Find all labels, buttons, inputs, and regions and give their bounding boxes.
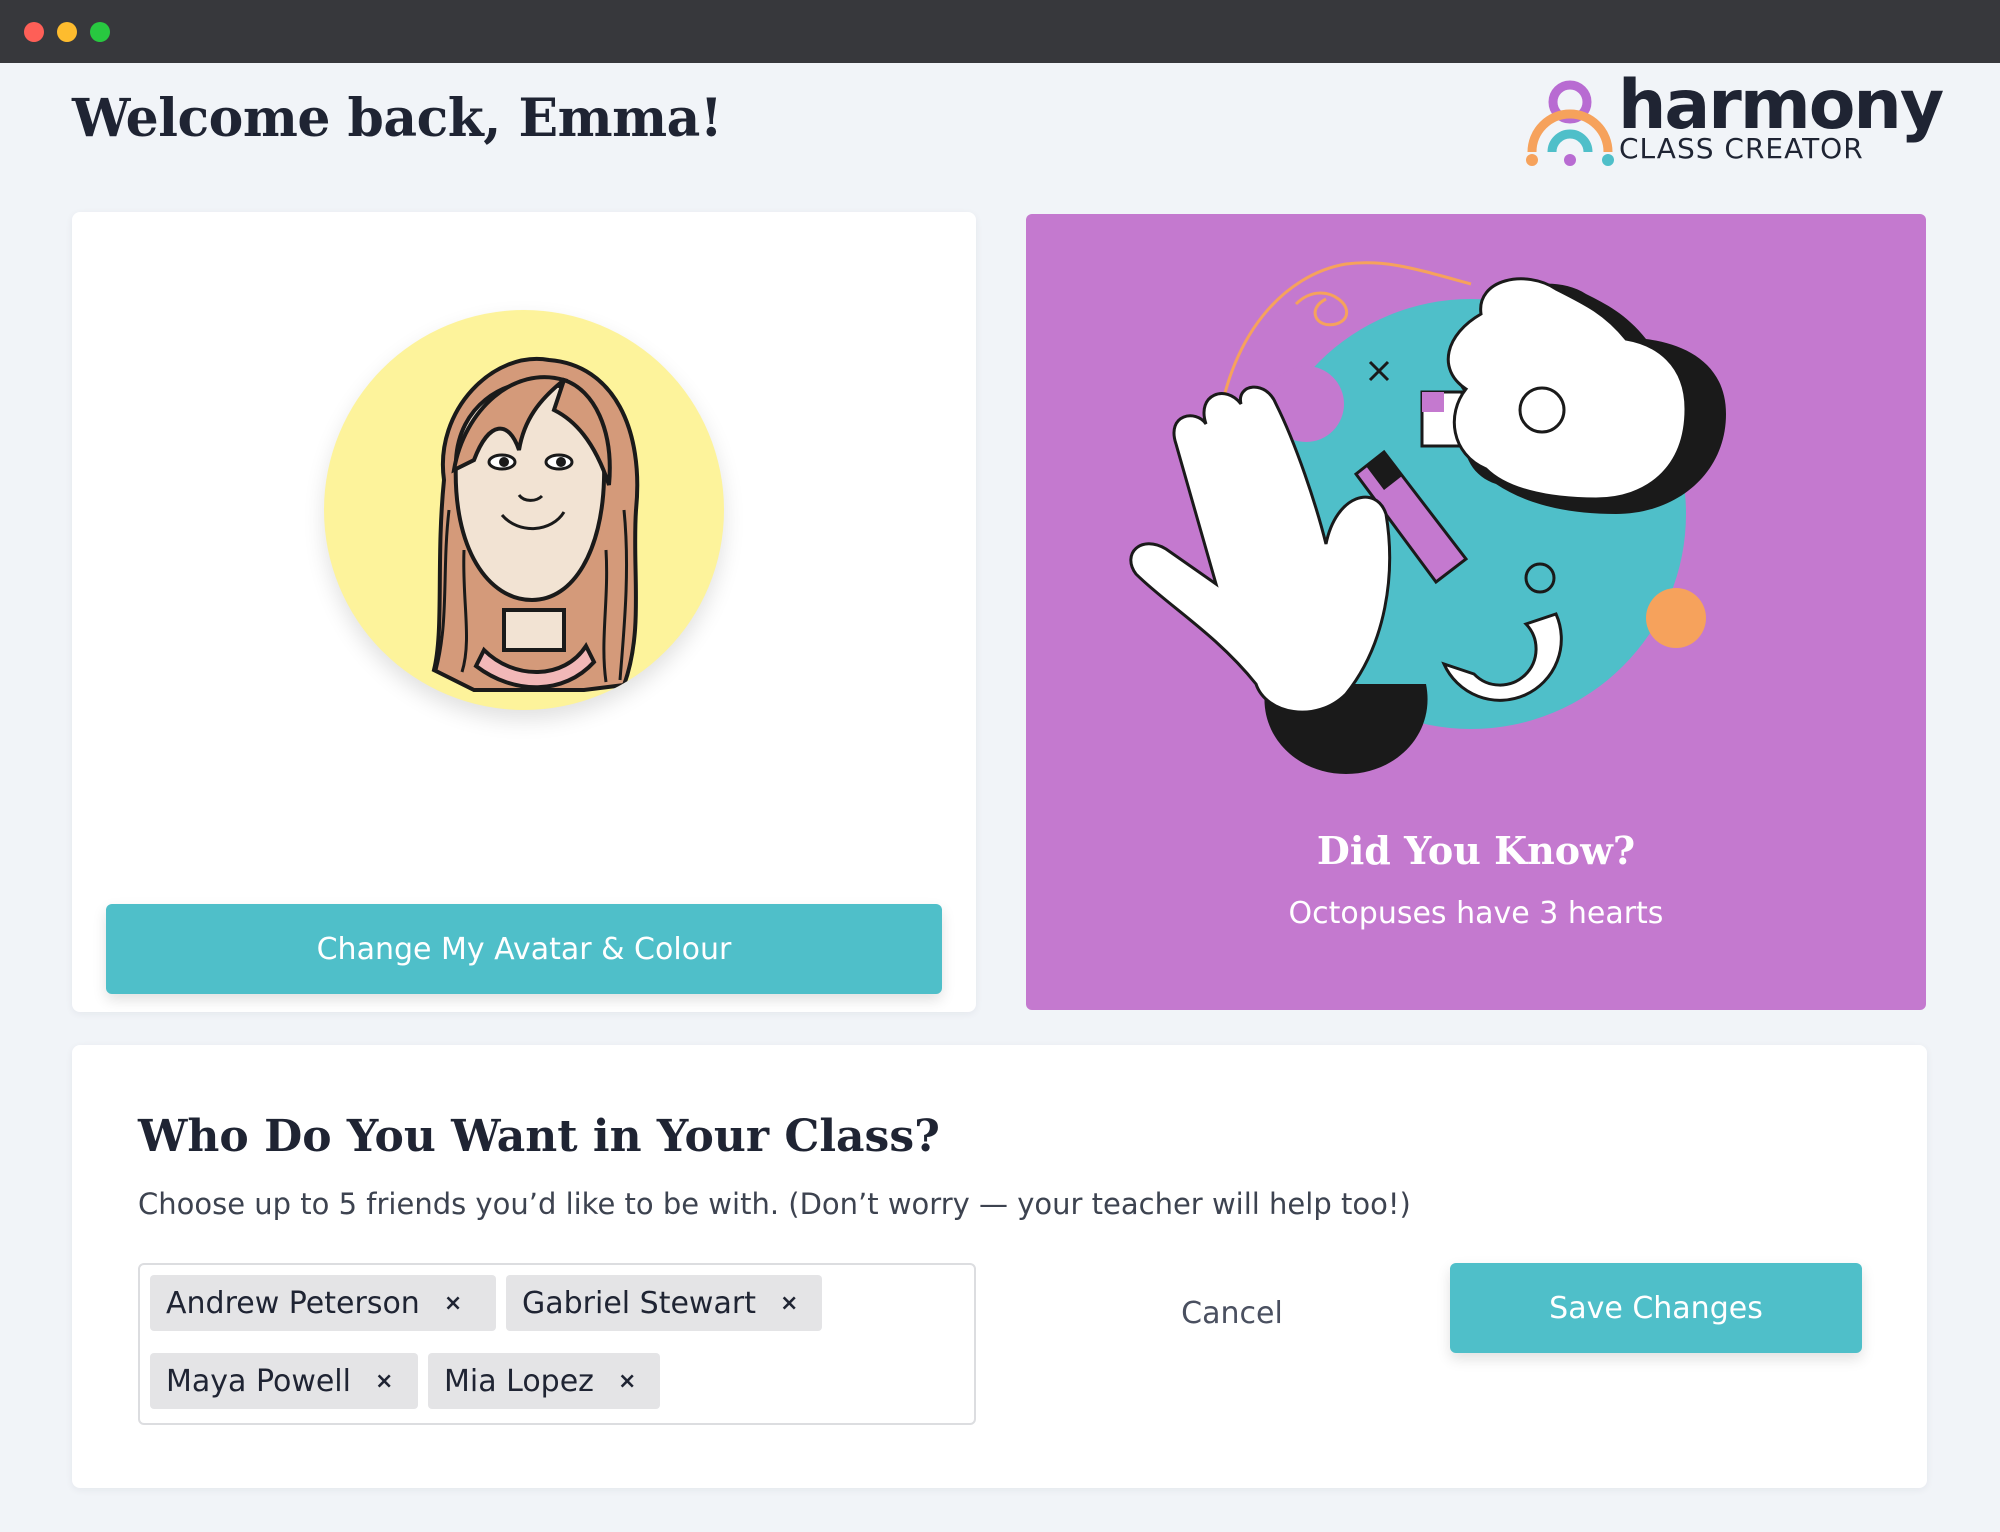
cancel-button[interactable]: Cancel [1132,1283,1332,1343]
minimize-window-icon[interactable] [57,22,77,42]
welcome-heading: Welcome back, Emma! [72,88,723,149]
friend-chip-label: Andrew Peterson [166,1285,420,1321]
maximize-window-icon[interactable] [90,22,110,42]
class-picker-card: Who Do You Want in Your Class? Choose up… [72,1045,1927,1488]
friend-chip: Andrew Peterson × [150,1275,496,1331]
remove-friend-icon[interactable]: × [375,1369,393,1394]
remove-friend-icon[interactable]: × [618,1369,636,1394]
fact-title: Did You Know? [1316,828,1636,873]
harmony-logo-icon [1526,80,1614,166]
class-picker-title: Who Do You Want in Your Class? [138,1111,940,1162]
logo-tagline: CLASS CREATOR [1619,132,1864,165]
harmony-logo: harmony CLASS CREATOR [1522,66,1944,168]
close-window-icon[interactable] [24,22,44,42]
avatar [324,310,724,710]
friend-chip-label: Maya Powell [166,1363,351,1399]
friends-select-field[interactable]: Andrew Peterson × Gabriel Stewart × Maya… [138,1263,976,1425]
girl-avatar-illustration [431,356,640,692]
remove-friend-icon[interactable]: × [780,1291,798,1316]
friend-chip-label: Gabriel Stewart [522,1285,756,1321]
class-picker-subtitle: Choose up to 5 friends you’d like to be … [138,1187,1411,1221]
avatar-card: Change My Avatar & Colour [72,212,976,1012]
did-you-know-card: Did You Know? Octopuses have 3 hearts [1026,214,1926,1010]
friend-chip: Maya Powell × [150,1353,418,1409]
fact-text: Octopuses have 3 hearts [1288,896,1664,931]
save-changes-button[interactable]: Save Changes [1450,1263,1862,1353]
window-titlebar [0,0,2000,63]
remove-friend-icon[interactable]: × [444,1291,462,1316]
change-avatar-button[interactable]: Change My Avatar & Colour [106,904,942,994]
hands-illustration [1129,261,1726,774]
friend-chip: Gabriel Stewart × [506,1275,822,1331]
friend-chip: Mia Lopez × [428,1353,660,1409]
friend-chip-label: Mia Lopez [444,1363,594,1399]
